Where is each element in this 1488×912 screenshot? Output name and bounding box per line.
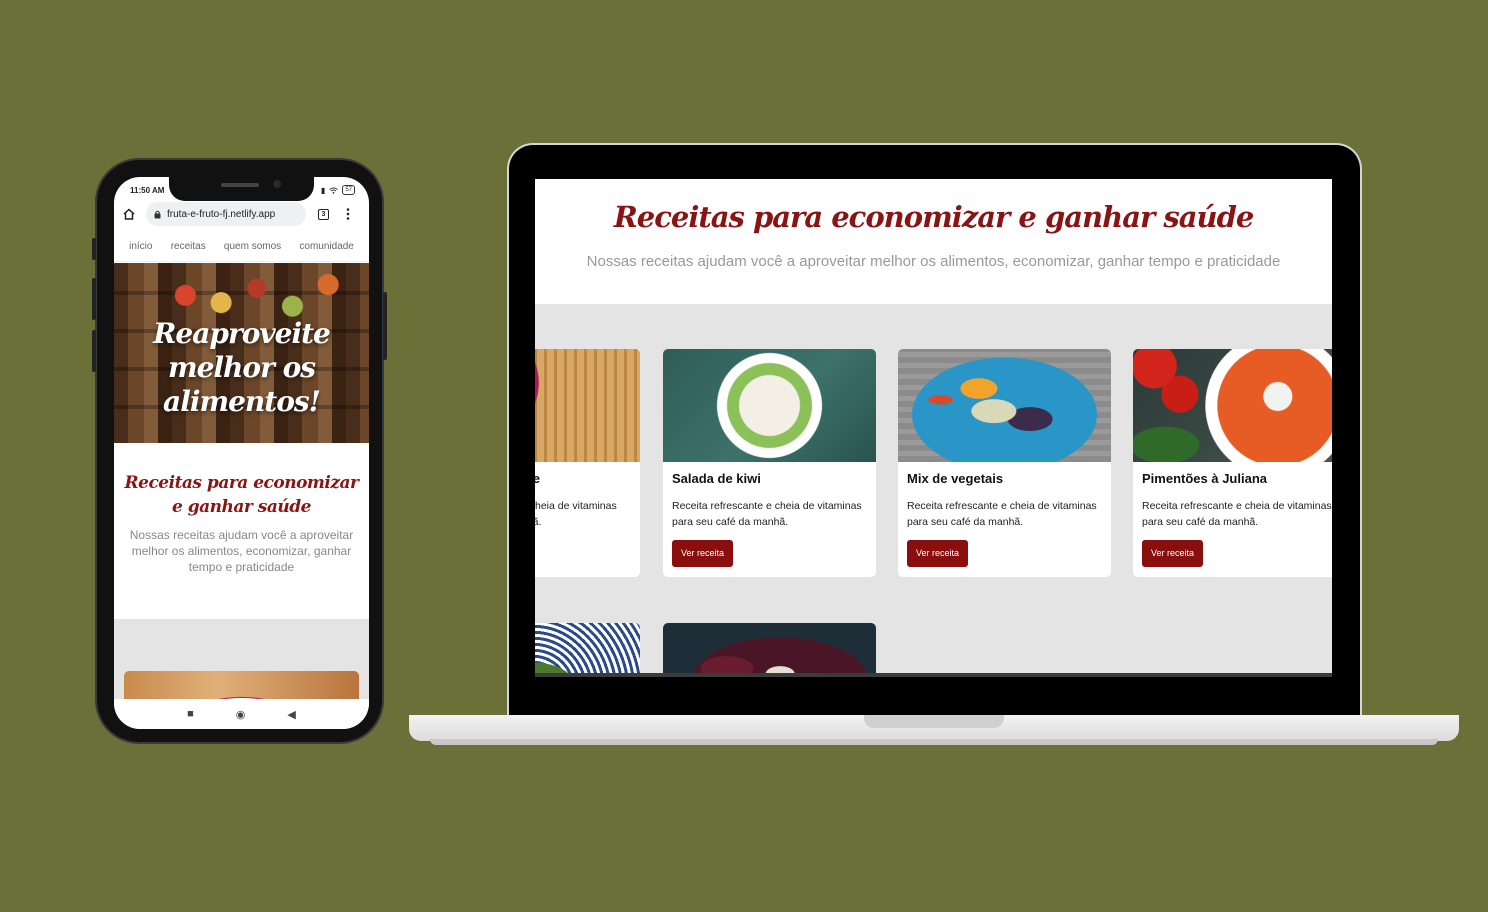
browser-url-bar: fruta-e-fruto-fj.netlify.app 3 (114, 199, 369, 229)
phone-notch (169, 177, 314, 201)
recipe-card-mix-de-vegetais[interactable]: Mix de vegetais Receita refrescante e ch… (898, 349, 1111, 577)
ver-receita-button[interactable]: Ver receita (907, 540, 968, 567)
laptop-base-foot (430, 739, 1438, 745)
page-title: Receitas para economizar e ganhar saúde (613, 200, 1255, 234)
wifi-icon (329, 186, 339, 194)
hero-banner: Reaproveite melhor os alimentos! (114, 263, 369, 443)
recipe-cards-area (114, 619, 369, 711)
kebab-menu-icon[interactable] (346, 208, 350, 220)
phone-screen: 11:50 AM ▮ 57 fruta-e-fruto-fj.netlify.a… (114, 177, 369, 729)
recipe-image-salad (535, 623, 640, 677)
recipe-card-salad-bowl[interactable] (535, 623, 640, 677)
front-camera (273, 180, 281, 188)
nav-link-comunidade[interactable]: comunidade (299, 241, 353, 252)
recipe-title: Mix de vegetais (907, 471, 1004, 486)
nav-link-receitas[interactable]: receitas (171, 241, 206, 252)
home-icon[interactable] (122, 207, 136, 221)
recipes-intro-section: Receitas para economizar e ganhar saúde … (114, 443, 369, 619)
recipe-card-pimentoes[interactable]: Pimentões à Juliana Receita refrescante … (1133, 349, 1332, 577)
recipe-image-kiwi (663, 349, 876, 462)
recipes-header: Receitas para economizar e ganhar saúde … (535, 179, 1332, 304)
recipe-description-text: e cheia de vitaminas nhã. (535, 500, 617, 528)
recipe-image-beet (663, 623, 876, 677)
recipe-image-acai (535, 349, 640, 462)
address-bar[interactable]: fruta-e-fruto-fj.netlify.app (146, 202, 306, 226)
recipe-description: e cheia de vitaminas nhã. (535, 498, 631, 530)
speaker-grille (221, 183, 259, 187)
recipe-card-acai[interactable]: e e cheia de vitaminas nhã. (535, 349, 640, 577)
phone-volume-up-button (92, 278, 96, 320)
ver-receita-button[interactable]: Ver receita (1142, 540, 1203, 567)
recipe-title: Pimentões à Juliana (1142, 471, 1267, 486)
recipe-image-mix (898, 349, 1111, 462)
recipe-description: Receita refrescante e cheia de vitaminas… (907, 500, 1097, 528)
page-subtitle: Nossas receitas ajudam você a aproveitar… (586, 253, 1281, 270)
mobile-nav: início receitas quem somos comunidade (114, 232, 369, 262)
laptop-hinge-notch (864, 715, 1004, 728)
phone-power-button (383, 292, 387, 360)
recent-apps-icon[interactable]: ■ (187, 708, 194, 720)
tab-switcher-icon[interactable]: 3 (318, 209, 329, 220)
recipe-description: Receita refrescante e cheia de vitaminas… (672, 500, 862, 528)
recipe-card-beet[interactable] (663, 623, 876, 677)
recipe-title: e (535, 471, 540, 486)
recipe-title: Salada de kiwi (672, 471, 761, 486)
recipe-image-pimentoes (1133, 349, 1332, 462)
laptop-screen: Receitas para economizar e ganhar saúde … (535, 179, 1332, 677)
android-nav-bar: ■ ◉ ◀ (114, 699, 369, 729)
hero-title: Reaproveite melhor os alimentos! (153, 317, 331, 418)
phone-mockup: 11:50 AM ▮ 57 fruta-e-fruto-fj.netlify.a… (92, 158, 387, 744)
address-text: fruta-e-fruto-fj.netlify.app (167, 208, 276, 220)
phone-side-button (92, 238, 96, 260)
recipe-card-salada-de-kiwi[interactable]: Salada de kiwi Receita refrescante e che… (663, 349, 876, 577)
status-icons: ▮ 57 (321, 185, 355, 195)
section-subtitle: Nossas receitas ajudam você a aproveitar… (129, 528, 354, 574)
ver-receita-button[interactable]: Ver receita (672, 540, 733, 567)
signal-icon: ▮ (320, 185, 326, 195)
home-button-icon[interactable]: ◉ (236, 708, 246, 721)
back-icon[interactable]: ◀ (287, 708, 295, 721)
section-title: Receitas para economizar e ganhar saúde (124, 473, 360, 517)
nav-link-inicio[interactable]: início (129, 241, 152, 252)
status-time: 11:50 AM (130, 186, 165, 195)
recipe-description: Receita refrescante e cheia de vitaminas… (1142, 500, 1332, 528)
screen-scroll-edge (535, 673, 1332, 677)
phone-volume-down-button (92, 330, 96, 372)
nav-link-quem-somos[interactable]: quem somos (224, 241, 281, 252)
lock-icon (154, 210, 161, 218)
battery-icon: 57 (342, 185, 355, 195)
